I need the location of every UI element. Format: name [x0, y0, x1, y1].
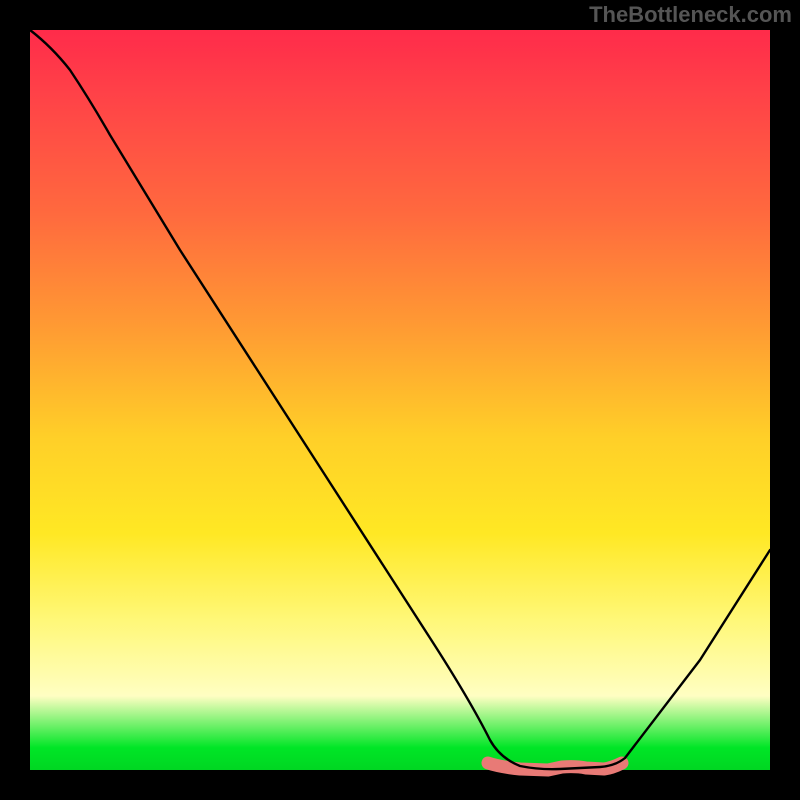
chart-container: TheBottleneck.com — [0, 0, 800, 800]
chart-svg — [0, 0, 800, 800]
watermark-text: TheBottleneck.com — [589, 2, 792, 28]
main-curve — [30, 30, 770, 769]
